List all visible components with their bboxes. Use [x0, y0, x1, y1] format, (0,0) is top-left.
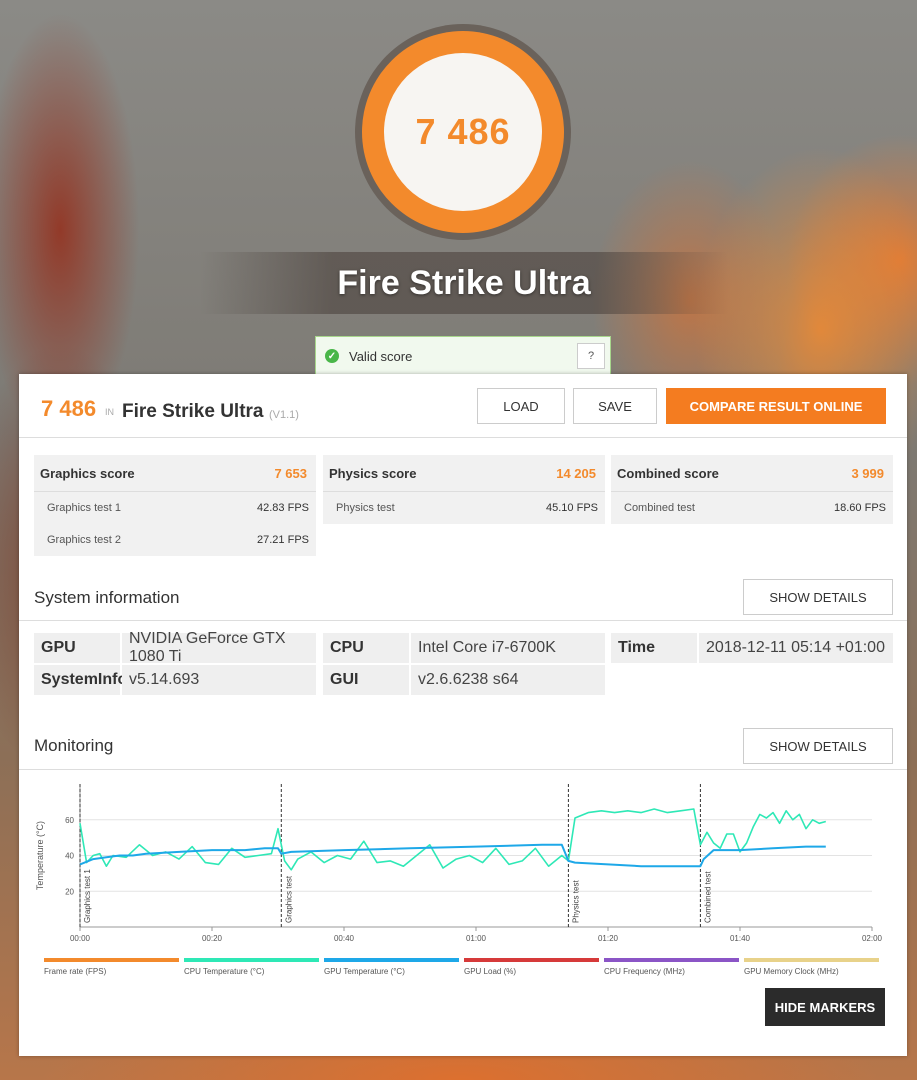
divider: [19, 620, 907, 621]
check-icon: ✓: [325, 349, 339, 363]
test-marker-label: Combined test: [703, 871, 712, 923]
gui-label: GUI: [323, 665, 409, 695]
test-marker-label: Graphics test 1: [83, 869, 92, 923]
legend-item[interactable]: CPU Frequency (MHz): [604, 958, 739, 976]
help-button[interactable]: ?: [577, 343, 605, 369]
legend-item[interactable]: GPU Load (%): [464, 958, 599, 976]
legend-item[interactable]: GPU Temperature (°C): [324, 958, 459, 976]
test-label: Physics test: [336, 502, 395, 514]
x-tick-label: 02:00: [862, 934, 883, 943]
combined-test-row: Combined test 18.60 FPS: [611, 492, 893, 524]
combined-score-group: Combined score 3 999 Combined test 18.60…: [611, 455, 893, 524]
gpu-value: NVIDIA GeForce GTX 1080 Ti: [122, 630, 316, 665]
divider: [19, 769, 907, 770]
graphics-test-2-row: Graphics test 2 27.21 FPS: [34, 524, 316, 556]
test-value: 42.83 FPS: [257, 502, 309, 514]
gui-value: v2.6.6238 s64: [411, 665, 605, 695]
test-value: 27.21 FPS: [257, 534, 309, 546]
legend-swatch: [464, 958, 599, 962]
monitoring-title: Monitoring: [34, 736, 114, 755]
physics-score-group: Physics score 14 205 Physics test 45.10 …: [323, 455, 605, 524]
compare-result-online-button[interactable]: COMPARE RESULT ONLINE: [666, 388, 886, 424]
legend-item[interactable]: GPU Memory Clock (MHz): [744, 958, 879, 976]
test-label: Graphics test 2: [47, 534, 121, 546]
hide-markers-button[interactable]: HIDE MARKERS: [765, 988, 885, 1026]
combined-score-value: 3 999: [851, 465, 884, 481]
test-label: Combined test: [624, 502, 695, 514]
overall-score: 7 486: [415, 111, 511, 152]
result-score: 7 486: [41, 396, 97, 421]
x-tick-label: 01:00: [466, 934, 487, 943]
chart-legend: Frame rate (FPS) CPU Temperature (°C) GPU …: [44, 958, 884, 982]
test-label: Graphics test 1: [47, 502, 121, 514]
y-tick-label: 40: [65, 852, 74, 861]
score-ring-center: 7 486: [384, 53, 542, 211]
monitoring-show-details-button[interactable]: SHOW DETAILS: [743, 728, 893, 764]
legend-label: CPU Temperature (°C): [184, 967, 265, 976]
systeminfo-value: v5.14.693: [122, 665, 316, 695]
combined-score-header: Combined score 3 999: [611, 455, 893, 492]
legend-label: GPU Load (%): [464, 967, 517, 976]
y-tick-label: 20: [65, 887, 74, 896]
test-marker-label: Physics test: [571, 880, 580, 923]
legend-label: GPU Memory Clock (MHz): [744, 967, 839, 976]
graphics-score-group: Graphics score 7 653 Graphics test 1 42.…: [34, 455, 316, 556]
load-button[interactable]: LOAD: [477, 388, 565, 424]
time-value: 2018-12-11 05:14 +01:00: [699, 633, 893, 663]
series-line-cpu-temperature: [79, 808, 827, 871]
result-in-label: IN: [105, 407, 114, 417]
x-tick-label: 00:00: [70, 934, 91, 943]
graphics-score-header: Graphics score 7 653: [34, 455, 316, 492]
systeminfo-label: SystemInfo: [34, 665, 127, 695]
time-label: Time: [611, 633, 697, 663]
legend-swatch: [184, 958, 319, 962]
system-information-title: System information: [34, 588, 180, 607]
legend-label: Frame rate (FPS): [44, 967, 107, 976]
physics-score-label: Physics score: [329, 465, 417, 481]
legend-swatch: [324, 958, 459, 962]
legend-swatch: [604, 958, 739, 962]
result-benchmark-name: Fire Strike Ultra: [122, 401, 264, 422]
benchmark-title: Fire Strike Ultra: [337, 263, 591, 302]
cpu-value: Intel Core i7-6700K: [411, 633, 605, 663]
valid-score-label: Valid score: [349, 348, 413, 364]
legend-label: GPU Temperature (°C): [324, 967, 405, 976]
test-value: 45.10 FPS: [546, 502, 598, 514]
gpu-label: GPU: [34, 633, 120, 663]
legend-item[interactable]: CPU Temperature (°C): [184, 958, 319, 976]
monitoring-chart: 20 40 60 00:00 00:20 00:40 01:00 01:20 01:40 02:0…: [35, 784, 883, 943]
score-ring: 7 486: [355, 24, 571, 240]
test-value: 18.60 FPS: [834, 502, 886, 514]
result-panel: 7 486 IN Fire Strike Ultra (V1.1) LOAD S…: [19, 374, 907, 1056]
system-show-details-button[interactable]: SHOW DETAILS: [743, 579, 893, 615]
physics-score-header: Physics score 14 205: [323, 455, 605, 492]
combined-score-label: Combined score: [617, 465, 719, 481]
legend-label: CPU Frequency (MHz): [604, 967, 685, 976]
valid-score-banner: ✓ Valid score ?: [315, 336, 611, 376]
result-header: 7 486 IN Fire Strike Ultra (V1.1) LOAD S…: [19, 374, 907, 438]
score-ring-orange: 7 486: [362, 31, 564, 233]
y-tick-label: 60: [65, 816, 74, 825]
legend-swatch: [44, 958, 179, 962]
save-button[interactable]: SAVE: [573, 388, 657, 424]
benchmark-title-band: Fire Strike Ultra: [200, 252, 728, 314]
x-tick-label: 00:20: [202, 934, 223, 943]
x-tick-label: 00:40: [334, 934, 355, 943]
graphics-test-1-row: Graphics test 1 42.83 FPS: [34, 492, 316, 524]
x-tick-label: 01:40: [730, 934, 751, 943]
cpu-label: CPU: [323, 633, 409, 663]
legend-swatch: [744, 958, 879, 962]
graphics-score-value: 7 653: [274, 465, 307, 481]
y-axis-label: Temperature (°C): [35, 821, 45, 890]
test-marker-label: Graphics test: [284, 875, 293, 923]
physics-score-value: 14 205: [556, 465, 596, 481]
legend-item[interactable]: Frame rate (FPS): [44, 958, 179, 976]
physics-test-row: Physics test 45.10 FPS: [323, 492, 605, 524]
result-version: (V1.1): [269, 409, 299, 421]
x-tick-label: 01:20: [598, 934, 619, 943]
graphics-score-label: Graphics score: [40, 465, 135, 481]
